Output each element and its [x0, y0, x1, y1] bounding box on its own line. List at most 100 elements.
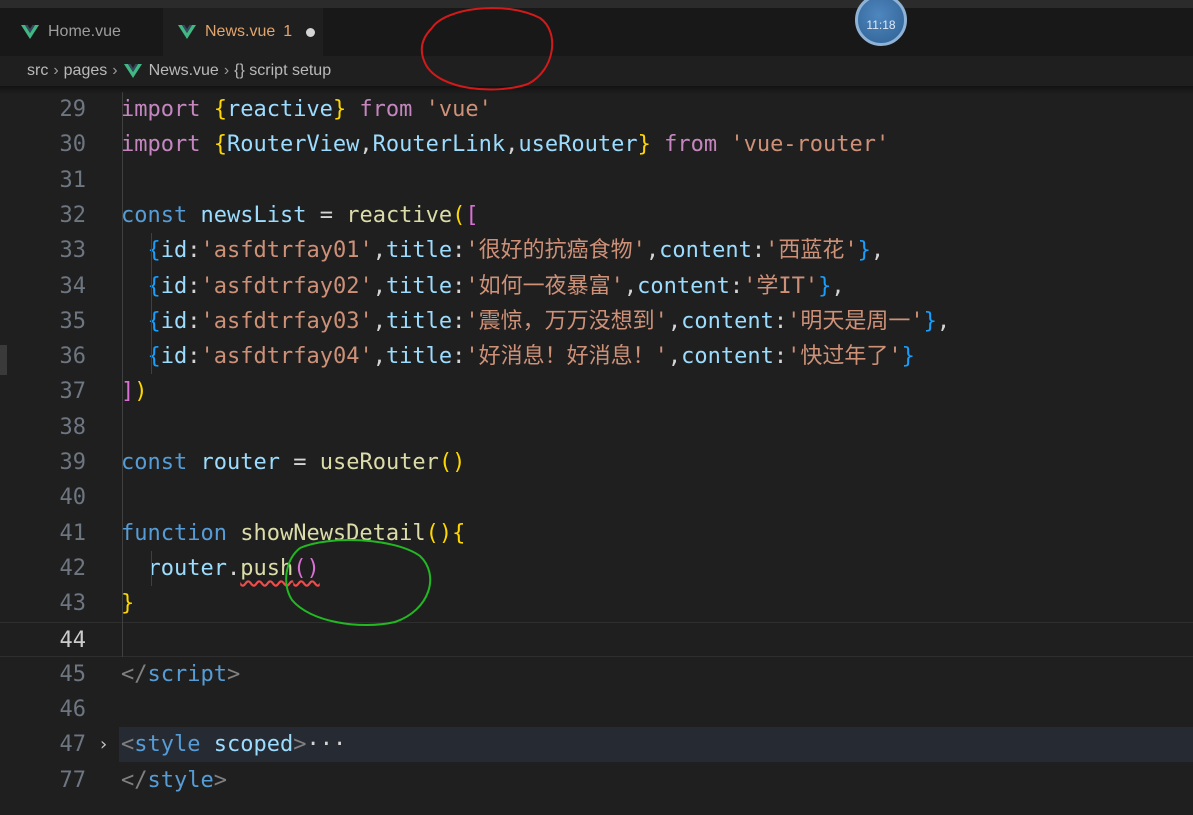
- code-token: '学IT': [743, 273, 819, 299]
- code-line-39[interactable]: 39 const router = useRouter(): [0, 445, 1193, 480]
- line-number: 32: [59, 202, 87, 228]
- code-line-38[interactable]: 38: [0, 410, 1193, 445]
- code-token: ,: [645, 238, 660, 264]
- code-token: router: [147, 555, 227, 581]
- code-line-30[interactable]: 30 import {RouterView,RouterLink,useRoute…: [0, 127, 1193, 162]
- code-token: ,: [372, 273, 386, 299]
- vue-file-icon: [123, 64, 142, 78]
- code-line-31[interactable]: 31: [0, 163, 1193, 198]
- code-token: </: [121, 661, 148, 687]
- code-line-46[interactable]: 46: [0, 692, 1193, 727]
- code-token: {: [147, 273, 161, 299]
- breadcrumb-symbol[interactable]: {} script setup: [234, 62, 331, 80]
- code-token: title: [385, 238, 453, 264]
- chevron-right-icon: ›: [223, 62, 230, 79]
- code-token: title: [385, 308, 453, 334]
- breadcrumb: src › pages › News.vue › {} script setup: [0, 56, 1193, 86]
- code-line-45[interactable]: 45 </script>: [0, 657, 1193, 692]
- code-token: 'vue-router': [730, 132, 890, 158]
- indent-guide: [151, 233, 152, 375]
- code-token: reactive: [346, 202, 453, 228]
- code-token: :: [452, 308, 466, 334]
- code-token: {: [213, 132, 227, 158]
- code-line-35[interactable]: 35 {id:'asfdtrfay03',title:'震惊，万万没想到',co…: [0, 304, 1193, 339]
- code-token: ,: [505, 132, 519, 158]
- code-text: {id:'asfdtrfay01',title:'很好的抗癌食物',conten…: [121, 233, 885, 268]
- code-line-36[interactable]: 36 {id:'asfdtrfay04',title:'好消息！好消息！',co…: [0, 339, 1193, 374]
- code-token: :: [729, 273, 744, 299]
- chevron-right-icon: ›: [112, 62, 118, 79]
- code-line-43[interactable]: 43}: [0, 586, 1193, 621]
- code-token: RouterLink: [372, 132, 506, 158]
- code-token: content: [659, 238, 752, 264]
- code-line-41[interactable]: 41 function showNewsDetail(){: [0, 516, 1193, 551]
- code-token: from: [346, 97, 426, 122]
- code-token: }: [901, 344, 915, 370]
- code-token: useRouter: [518, 132, 638, 158]
- code-token: {: [147, 308, 161, 334]
- code-text: {id:'asfdtrfay02',title:'如何一夜暴富',content…: [121, 269, 845, 304]
- code-text: <style scoped>···: [121, 727, 346, 762]
- breadcrumb-file[interactable]: News.vue: [149, 62, 219, 80]
- code-token: ): [134, 379, 148, 405]
- breadcrumb-src[interactable]: src: [27, 62, 48, 80]
- line-number: 43: [59, 591, 87, 617]
- code-token: id: [160, 238, 188, 264]
- code-token: [: [465, 202, 479, 228]
- code-token: useRouter: [319, 450, 439, 475]
- line-number: 44: [59, 627, 87, 653]
- code-token: import: [121, 132, 214, 158]
- line-number: 40: [59, 485, 87, 511]
- code-line-40[interactable]: 40: [0, 480, 1193, 515]
- code-token: (): [438, 450, 466, 475]
- code-line-33[interactable]: 33 {id:'asfdtrfay01',title:'很好的抗癌食物',con…: [0, 233, 1193, 268]
- code-token: {: [213, 97, 227, 122]
- code-token: (: [452, 202, 466, 228]
- code-token: ,: [372, 344, 386, 370]
- fold-chevron-icon[interactable]: ›: [98, 727, 109, 762]
- tab-news-vue[interactable]: News.vue 1: [163, 8, 323, 56]
- code-text: const newsList = reactive([: [121, 198, 479, 233]
- code-line-77[interactable]: 77 </style>: [0, 763, 1193, 798]
- code-token: {: [147, 238, 161, 264]
- title-strip: [0, 0, 1193, 8]
- code-line-47[interactable]: 47 › <style scoped>···: [0, 727, 1193, 763]
- code-token: 'asfdtrfay01': [200, 238, 373, 264]
- code-token: ,: [372, 308, 386, 334]
- code-line-37[interactable]: 37]): [0, 374, 1193, 409]
- code-token: (): [425, 520, 453, 546]
- code-token: >: [293, 732, 307, 758]
- code-editor[interactable]: 29 import {reactive} from 'vue' 30 import {…: [0, 86, 1193, 815]
- code-token: {: [147, 344, 161, 370]
- code-token: :: [452, 344, 466, 370]
- code-token: :: [187, 308, 201, 334]
- code-text: </style>: [121, 763, 227, 798]
- code-token: script: [147, 661, 227, 687]
- code-token: from: [650, 132, 731, 158]
- code-line-32[interactable]: 32 const newsList = reactive([: [0, 198, 1193, 233]
- code-line-34[interactable]: 34 {id:'asfdtrfay02',title:'如何一夜暴富',cont…: [0, 269, 1193, 304]
- code-token: }: [923, 308, 937, 334]
- code-token: id: [160, 308, 188, 334]
- code-token: import: [121, 97, 214, 122]
- unsaved-dot-icon[interactable]: [306, 27, 316, 37]
- code-token: <: [121, 732, 135, 758]
- code-token: '很好的抗癌食物': [465, 238, 646, 264]
- tab-label: Home.vue: [48, 23, 121, 40]
- line-number: 31: [59, 167, 87, 193]
- code-token: id: [160, 344, 188, 370]
- code-text: import {RouterView,RouterLink,useRouter}…: [121, 127, 889, 162]
- line-number: 33: [59, 238, 87, 264]
- code-line-42[interactable]: 42 router.push(): [0, 551, 1193, 586]
- code-text: </script>: [121, 657, 240, 692]
- chevron-right-icon: ›: [53, 62, 59, 79]
- code-token: 'asfdtrfay03': [200, 308, 373, 334]
- breadcrumb-pages[interactable]: pages: [64, 62, 108, 80]
- code-line-44[interactable]: 44: [0, 621, 1193, 657]
- line-number: 29: [59, 97, 87, 122]
- tab-home-vue[interactable]: Home.vue: [6, 8, 163, 56]
- code-line-29[interactable]: 29 import {reactive} from 'vue': [0, 92, 1193, 127]
- code-token: RouterView: [226, 132, 360, 158]
